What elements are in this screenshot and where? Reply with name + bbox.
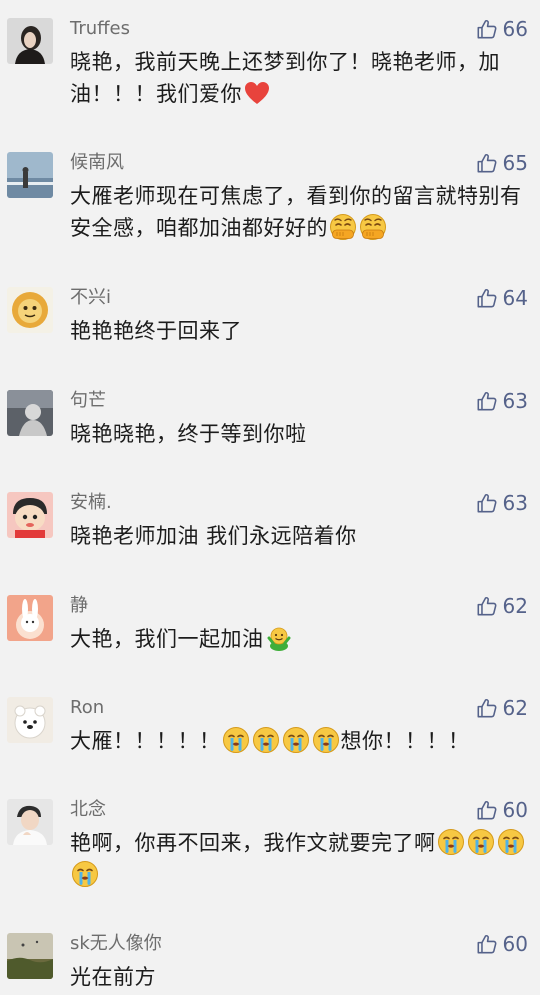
crying-face-emoji: [252, 726, 280, 754]
crying-face-emoji: [222, 726, 250, 754]
username[interactable]: sk无人像你: [70, 933, 162, 955]
crying-face-emoji: [282, 726, 310, 754]
avatar[interactable]: [7, 492, 53, 538]
thumbs-up-icon: [476, 152, 498, 174]
comment-text: 艳啊，你再不回来，我作文就要完了啊: [70, 827, 530, 891]
shushing-face-emoji: [359, 213, 387, 241]
thumbs-up-icon: [476, 933, 498, 955]
like-button[interactable]: 62: [476, 593, 528, 619]
crying-face-emoji: [312, 726, 340, 754]
comment-text: 大雁老师现在可焦虑了，看到你的留言就特别有安全感，咱都加油都好好的: [70, 184, 522, 241]
comment-text: 艳艳艳终于回来了: [70, 319, 242, 343]
username[interactable]: 安楠.: [70, 492, 112, 514]
avatar[interactable]: [7, 799, 53, 845]
comment-text: 大雁！！！！！ 想你！！！！: [70, 725, 530, 757]
like-button[interactable]: 66: [476, 16, 528, 42]
like-button[interactable]: 63: [476, 490, 528, 516]
crying-face-emoji: [467, 828, 495, 856]
comment-text: 晓艳晓艳，终于等到你啦: [70, 422, 307, 446]
username[interactable]: 候南风: [70, 152, 124, 174]
like-count: 62: [502, 696, 528, 720]
username[interactable]: 句芒: [70, 390, 106, 412]
comment-text: 光在前方: [70, 965, 156, 989]
comment-text: 晓艳老师加油 我们永远陪着你: [70, 524, 357, 548]
like-count: 60: [502, 798, 528, 822]
like-button[interactable]: 64: [476, 285, 528, 311]
username[interactable]: 静: [70, 595, 88, 617]
thumbs-up-icon: [476, 799, 498, 821]
like-count: 60: [502, 932, 528, 956]
username[interactable]: Ron: [70, 697, 104, 719]
comment-text: 晓艳，我前天晚上还梦到你了！晓艳老师，加油！！！我们爱你: [70, 50, 500, 107]
avatar[interactable]: [7, 933, 53, 979]
like-count: 64: [502, 286, 528, 310]
crying-face-emoji: [497, 828, 525, 856]
crying-face-emoji: [437, 828, 465, 856]
like-button[interactable]: 63: [476, 388, 528, 414]
like-count: 63: [502, 389, 528, 413]
thumbs-up-icon: [476, 492, 498, 514]
like-count: 62: [502, 594, 528, 618]
avatar[interactable]: [7, 390, 53, 436]
thumbs-up-icon: [476, 287, 498, 309]
username[interactable]: 不兴i: [70, 287, 111, 309]
thumbs-up-icon: [476, 595, 498, 617]
avatar[interactable]: [7, 697, 53, 743]
like-button[interactable]: 65: [476, 150, 528, 176]
like-count: 66: [502, 17, 528, 41]
username[interactable]: Truffes: [70, 18, 130, 40]
thumbs-up-icon: [476, 18, 498, 40]
avatar[interactable]: [7, 287, 53, 333]
crying-face-emoji: [71, 860, 99, 888]
username[interactable]: 北念: [70, 799, 106, 821]
like-count: 65: [502, 151, 528, 175]
thumbs-up-icon: [476, 390, 498, 412]
cheering-emoji: [265, 624, 293, 652]
shushing-face-emoji: [329, 213, 357, 241]
comment-text: 大艳，我们一起加油: [70, 623, 530, 655]
red-heart-emoji: [243, 79, 271, 107]
avatar[interactable]: [7, 18, 53, 64]
avatar[interactable]: [7, 152, 53, 198]
like-button[interactable]: 62: [476, 695, 528, 721]
thumbs-up-icon: [476, 697, 498, 719]
like-button[interactable]: 60: [476, 797, 528, 823]
like-button[interactable]: 60: [476, 931, 528, 957]
avatar[interactable]: [7, 595, 53, 641]
like-count: 63: [502, 491, 528, 515]
